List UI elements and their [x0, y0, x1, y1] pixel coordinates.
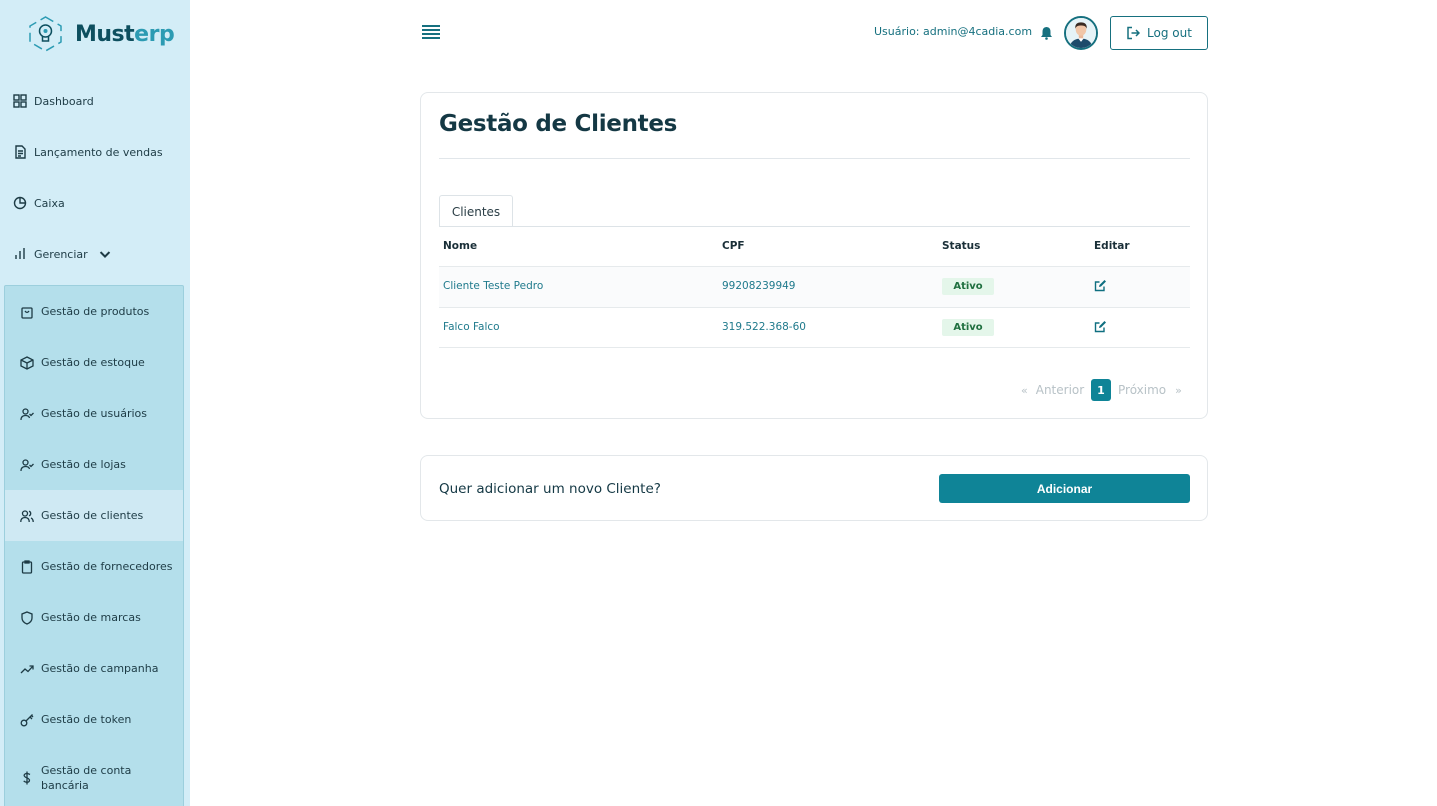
logo-icon	[29, 16, 62, 52]
submenu-item-label: Gestão de usuários	[41, 407, 148, 420]
submenu-item-label: Gestão de fornecedores	[41, 560, 173, 573]
chevron-down-icon	[99, 251, 110, 258]
client-cpf: 319.522.368-60	[722, 321, 806, 333]
status-badge: Ativo	[942, 319, 994, 336]
column-header-editar: Editar	[1094, 240, 1130, 252]
brand-name: Musterp	[75, 21, 175, 47]
submenu-item-campanha[interactable]: Gestão de campanha	[5, 643, 183, 694]
nav-item-label: Caixa	[34, 196, 65, 210]
trending-up-icon	[20, 664, 34, 673]
grid-icon	[13, 94, 27, 108]
tab-underline	[439, 226, 1190, 227]
pagination-current-page[interactable]: 1	[1091, 379, 1111, 401]
logout-button[interactable]: Log out	[1110, 16, 1208, 50]
user-check-icon	[20, 407, 34, 420]
avatar-image	[1066, 18, 1096, 48]
submenu-item-label: Gestão de marcas	[41, 611, 141, 624]
user-check-icon	[20, 458, 34, 471]
document-icon	[15, 145, 26, 159]
clipboard-icon	[21, 559, 33, 574]
nav-item-gerenciar[interactable]: Gerenciar	[13, 243, 112, 265]
nav-item-dashboard[interactable]: Dashboard	[13, 90, 94, 112]
nav-item-label: Dashboard	[34, 94, 94, 108]
submenu-item-token[interactable]: Gestão de token	[5, 694, 183, 745]
current-user-label: Usuário: admin@4cadia.com	[874, 25, 1033, 38]
nav-item-label: Gerenciar	[34, 247, 88, 261]
logout-icon	[1127, 26, 1141, 40]
pie-chart-icon	[13, 196, 27, 210]
submenu-item-label: Gestão de token	[41, 713, 132, 726]
dollar-icon	[23, 771, 31, 784]
column-header-status[interactable]: Status	[942, 240, 980, 252]
status-badge: Ativo	[942, 278, 994, 295]
submenu-item-estoque[interactable]: Gestão de estoque	[5, 337, 183, 388]
add-client-card: Quer adicionar um novo Cliente? Adiciona…	[420, 455, 1208, 521]
divider	[439, 158, 1190, 159]
edit-icon[interactable]	[1094, 320, 1107, 333]
page-title: Gestão de Clientes	[439, 111, 678, 137]
prev-label: Anterior	[1035, 383, 1085, 397]
menu-toggle-icon[interactable]	[422, 25, 440, 41]
submenu-item-label: Gestão de campanha	[41, 662, 159, 675]
submenu-item-fornecedores[interactable]: Gestão de fornecedores	[5, 541, 183, 592]
nav-item-caixa[interactable]: Caixa	[13, 192, 65, 214]
pagination-next[interactable]: Próximo »	[1118, 379, 1182, 401]
column-header-cpf[interactable]: CPF	[722, 240, 745, 252]
avatar[interactable]	[1064, 16, 1098, 50]
client-cpf: 99208239949	[722, 280, 796, 292]
submenu-item-lojas[interactable]: Gestão de lojas	[5, 439, 183, 490]
next-symbol: »	[1175, 383, 1182, 397]
shopping-bag-icon	[21, 306, 33, 319]
submenu-item-label: Gestão de produtos	[41, 305, 150, 318]
edit-icon[interactable]	[1094, 279, 1107, 292]
bell-icon[interactable]	[1040, 26, 1053, 40]
submenu-item-marcas[interactable]: Gestão de marcas	[5, 592, 183, 643]
table-row[interactable]: Falco Falco 319.522.368-60 Ativo	[439, 307, 1190, 348]
box-icon	[20, 355, 34, 370]
column-header-nome[interactable]: Nome	[443, 240, 477, 252]
submenu-item-label: Gestão de clientes	[41, 509, 144, 522]
nav-item-label: Lançamento de vendas	[34, 145, 163, 159]
clients-card: Gestão de Clientes Clientes Nome CPF Sta…	[420, 92, 1208, 419]
client-name[interactable]: Cliente Teste Pedro	[443, 280, 543, 292]
sidebar: Musterp Dashboard Lançamento de vendas C…	[0, 0, 190, 806]
submenu-item-clientes[interactable]: Gestão de clientes	[5, 490, 183, 541]
bar-chart-icon	[15, 248, 25, 259]
table-row[interactable]: Cliente Teste Pedro 99208239949 Ativo	[439, 266, 1190, 307]
submenu-item-usuarios[interactable]: Gestão de usuários	[5, 388, 183, 439]
submenu-item-label: Gestão de conta bancária	[41, 763, 132, 792]
add-client-button[interactable]: Adicionar	[939, 474, 1190, 503]
pagination-prev[interactable]: « Anterior	[1021, 379, 1084, 401]
next-label: Próximo	[1118, 383, 1167, 397]
logout-label: Log out	[1147, 26, 1192, 40]
gerenciar-submenu: Gestão de produtos Gestão de estoque Ges…	[4, 285, 184, 806]
nav-item-lancamento-vendas[interactable]: Lançamento de vendas	[13, 141, 163, 163]
users-icon	[20, 509, 34, 522]
client-name[interactable]: Falco Falco	[443, 321, 500, 333]
tab-clientes[interactable]: Clientes	[439, 195, 513, 227]
submenu-item-label: Gestão de lojas	[41, 458, 126, 471]
submenu-item-label: Gestão de estoque	[41, 356, 145, 369]
add-client-prompt: Quer adicionar um novo Cliente?	[439, 481, 661, 497]
prev-symbol: «	[1021, 383, 1028, 397]
submenu-item-produtos[interactable]: Gestão de produtos	[5, 286, 183, 337]
shield-icon	[21, 610, 33, 625]
submenu-item-conta-bancaria[interactable]: Gestão de conta bancária	[5, 752, 183, 803]
key-icon	[20, 713, 34, 726]
brand-logo[interactable]: Musterp	[24, 14, 175, 54]
